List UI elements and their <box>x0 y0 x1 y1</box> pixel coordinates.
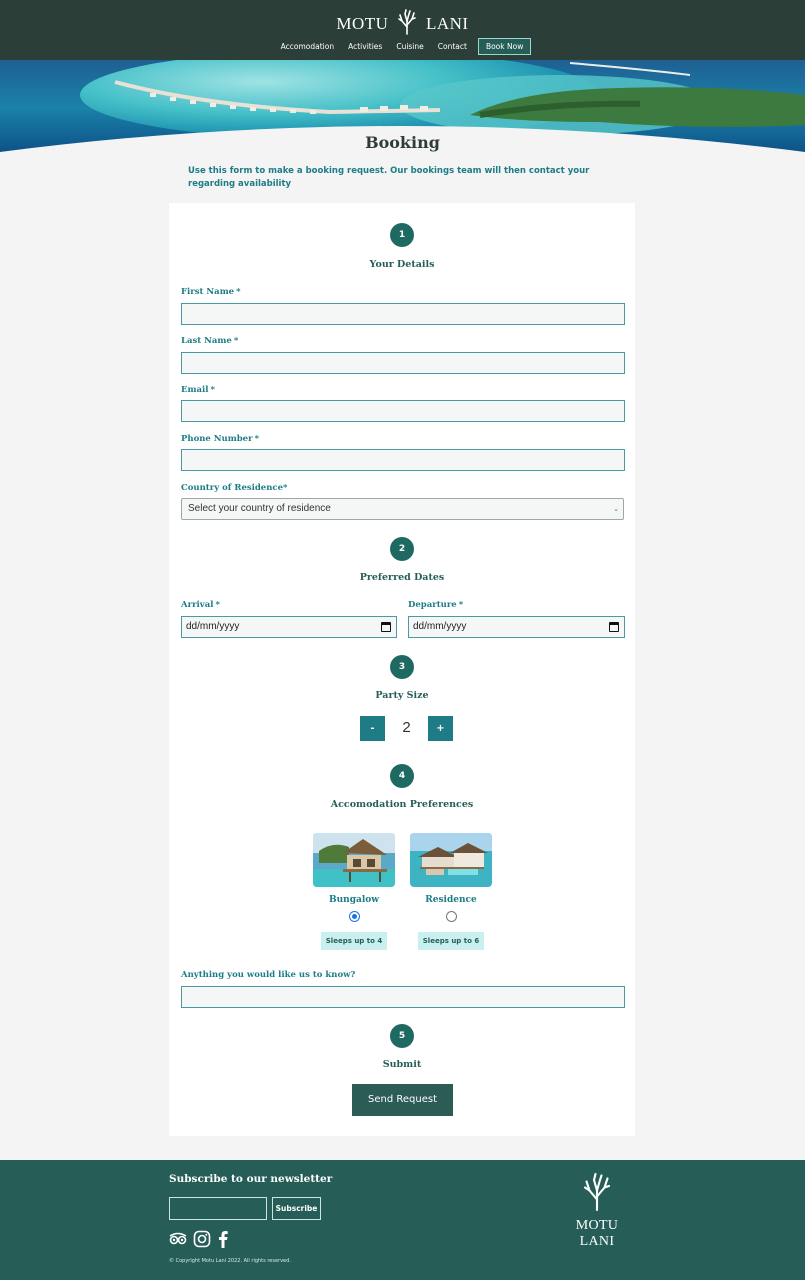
arrival-label-text: Arrival <box>181 600 214 610</box>
required-mark: * <box>215 600 220 610</box>
departure-date-value: dd/mm/yyyy <box>413 621 467 632</box>
phone-label: Phone Number * <box>181 434 259 444</box>
country-label: Country of Residence* <box>181 483 287 493</box>
step-number-1: 1 <box>390 223 414 247</box>
brand-word-right: LANI <box>425 14 469 33</box>
site-logo[interactable]: MOTU LANI <box>0 9 805 35</box>
main-nav: Accomodation Activities Cuisine Contact … <box>0 38 805 55</box>
email-label-text: Email <box>181 385 209 395</box>
footer-brand-name: MOTU LANI <box>575 1218 619 1249</box>
section-title-preferred-dates: Preferred Dates <box>359 572 445 583</box>
required-mark: * <box>458 600 464 610</box>
intro-text: Use this form to make a booking request.… <box>188 166 590 189</box>
booking-form: 1 Your Details First Name * Last Name * Em… <box>169 203 635 1136</box>
accommodation-option-residence[interactable]: Residence Sleeps up to 6 <box>410 833 492 950</box>
copyright-symbol: © <box>169 1258 174 1264</box>
departure-date-input[interactable]: dd/mm/yyyy <box>408 616 625 638</box>
required-mark: * <box>254 434 260 444</box>
country-select-value: Select your country of residence <box>188 503 331 514</box>
email-input[interactable] <box>181 400 625 422</box>
required-mark: * <box>233 336 239 346</box>
decrease-party-button[interactable]: - <box>360 716 385 741</box>
section-title-your-details: Your Details <box>369 259 435 270</box>
calendar-icon[interactable] <box>381 622 391 632</box>
party-size-value: 2 <box>402 719 411 736</box>
last-name-label: Last Name * <box>181 336 238 346</box>
bungalow-radio[interactable] <box>348 911 360 922</box>
required-mark: * <box>210 385 215 395</box>
arrival-date-value: dd/mm/yyyy <box>186 621 240 632</box>
phone-input[interactable] <box>181 449 625 471</box>
first-name-label: First Name * <box>181 287 241 297</box>
step-number-4: 4 <box>390 764 414 788</box>
phone-label-text: Phone Number <box>181 434 253 444</box>
nav-link-accomodation[interactable]: Accomodation <box>274 42 341 51</box>
step-number-3: 3 <box>390 655 414 679</box>
last-name-label-text: Last Name <box>181 336 232 346</box>
copyright-text-value: Copyright Motu Lani 2022. All rights res… <box>175 1258 291 1264</box>
book-now-button[interactable]: Book Now <box>477 38 532 55</box>
bungalow-sleeps-badge: Sleeps up to 4 <box>320 932 388 950</box>
country-label-text: Country of Residence <box>181 483 283 493</box>
newsletter-title: Subscribe to our newsletter <box>169 1173 333 1185</box>
nav-link-activities[interactable]: Activities <box>341 42 389 51</box>
notes-input[interactable] <box>181 986 625 1008</box>
bungalow-photo <box>313 833 395 887</box>
bungalow-name: Bungalow <box>329 895 379 905</box>
residence-radio[interactable] <box>445 911 457 922</box>
coral-logo-icon <box>398 9 417 35</box>
footer-logo[interactable]: MOTU LANI <box>557 1172 637 1250</box>
arrival-label: Arrival * <box>181 600 220 610</box>
last-name-input[interactable] <box>181 352 625 374</box>
party-size-stepper: - 2 + <box>360 716 453 741</box>
section-title-party-size: Party Size <box>375 690 429 701</box>
increase-party-button[interactable]: + <box>428 716 453 741</box>
first-name-label-text: First Name <box>181 287 235 297</box>
nav-link-contact[interactable]: Contact <box>431 42 474 51</box>
residence-sleeps-badge: Sleeps up to 6 <box>417 932 485 950</box>
instagram-icon[interactable] <box>193 1230 211 1252</box>
section-title-accomodation: Accomodation Preferences <box>330 799 474 810</box>
residence-photo <box>410 833 492 887</box>
nav-link-cuisine[interactable]: Cuisine <box>389 42 430 51</box>
chevron-down-icon: ⌄ <box>613 506 619 513</box>
newsletter-email-input[interactable] <box>169 1197 267 1220</box>
email-label: Email * <box>181 385 215 395</box>
departure-label-text: Departure <box>408 600 457 610</box>
required-mark: * <box>282 483 288 493</box>
coral-logo-icon <box>583 1172 611 1212</box>
brand-word-left: MOTU <box>336 14 389 33</box>
arrival-date-input[interactable]: dd/mm/yyyy <box>181 616 397 638</box>
step-number-5: 5 <box>390 1024 414 1048</box>
tripadvisor-icon[interactable] <box>169 1230 187 1252</box>
copyright-text: © Copyright Motu Lani 2022. All rights r… <box>169 1258 291 1264</box>
first-name-input[interactable] <box>181 303 625 325</box>
top-navbar: MOTU LANI Accomodation Activities Cuisin… <box>0 0 805 60</box>
page-title: Booking <box>365 133 440 152</box>
subscribe-button[interactable]: Subscribe <box>272 1197 321 1220</box>
calendar-icon[interactable] <box>609 622 619 632</box>
section-title-submit: Submit <box>382 1059 422 1070</box>
notes-label: Anything you would like us to know? <box>181 970 356 980</box>
required-mark: * <box>236 287 241 297</box>
residence-name: Residence <box>425 895 477 905</box>
country-select[interactable]: Select your country of residence ⌄ <box>181 498 624 520</box>
accommodation-option-bungalow[interactable]: Bungalow Sleeps up to 4 <box>313 833 395 950</box>
site-footer: Subscribe to our newsletter Subscribe © … <box>0 1160 805 1280</box>
send-request-button[interactable]: Send Request <box>352 1084 453 1116</box>
facebook-icon[interactable] <box>217 1230 229 1252</box>
departure-label: Departure * <box>408 600 463 610</box>
step-number-2: 2 <box>390 537 414 561</box>
